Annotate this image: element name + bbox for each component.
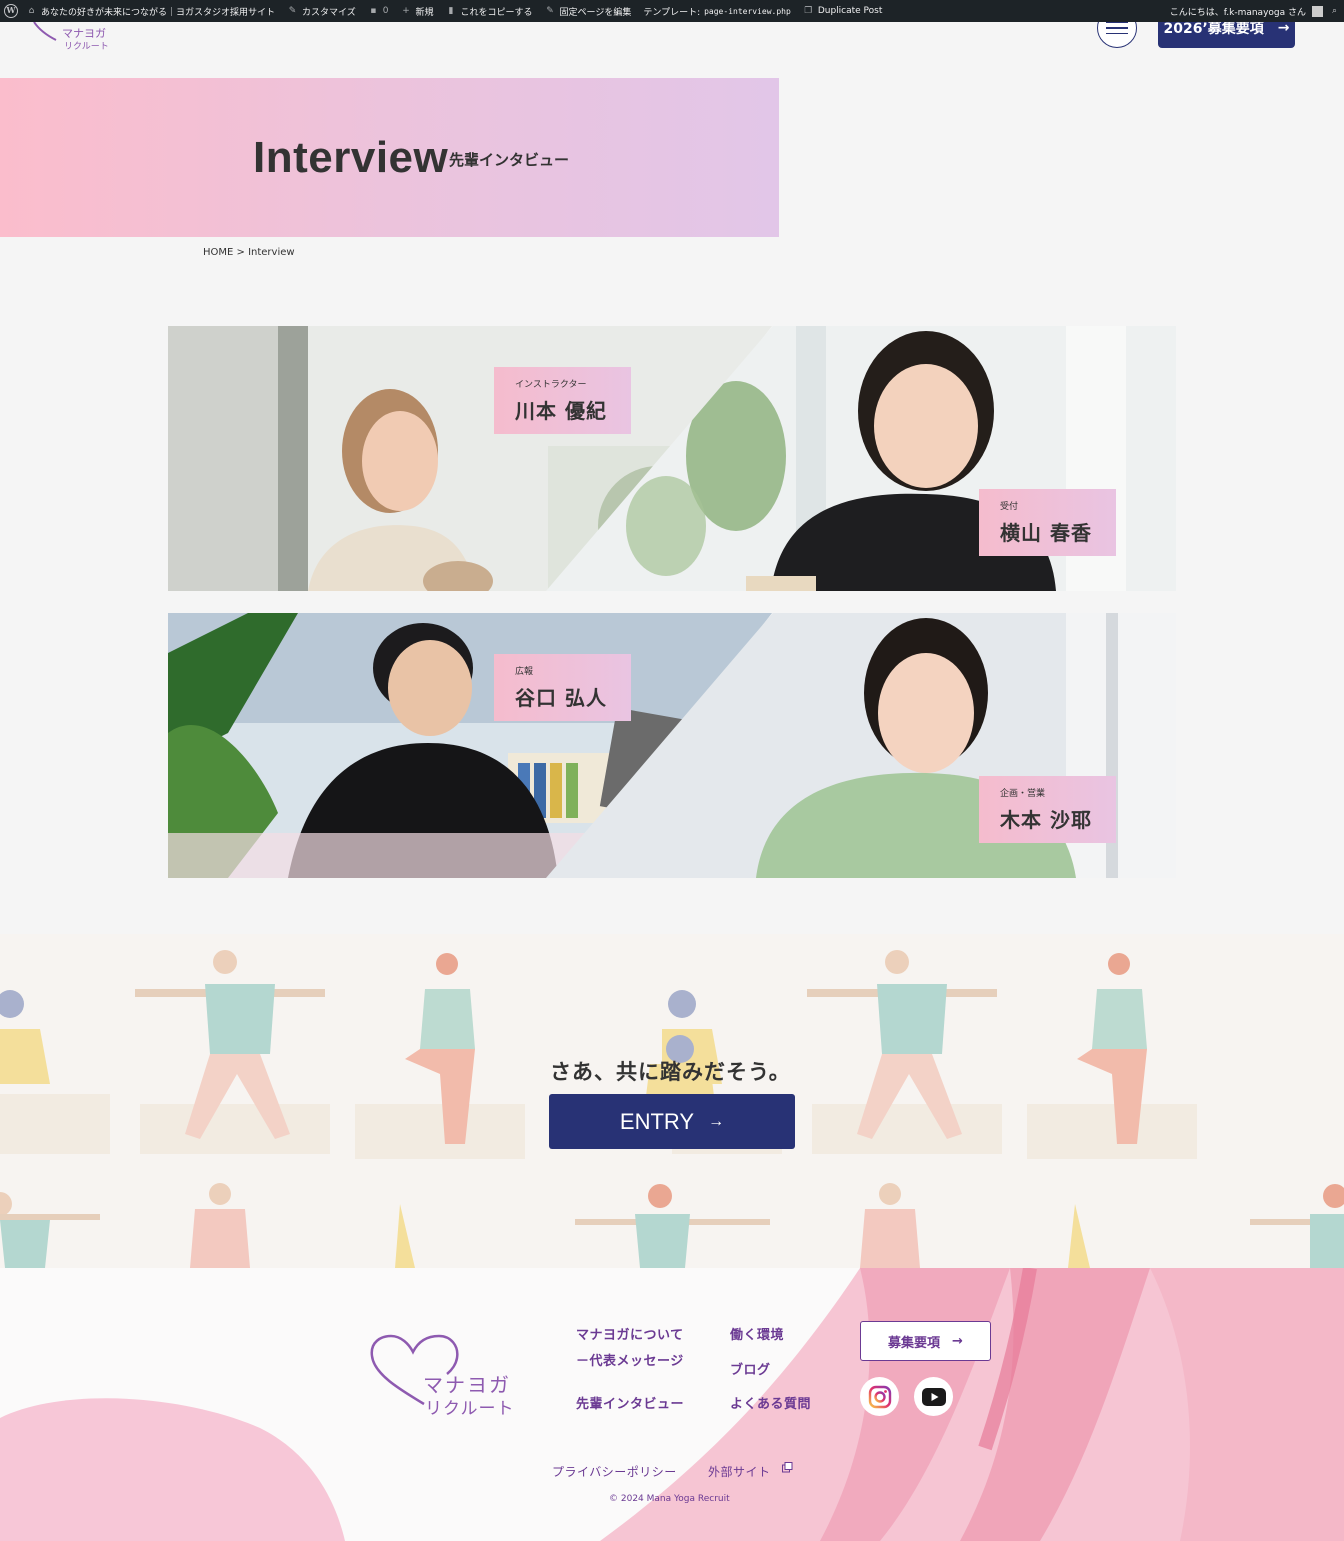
admin-copy-link[interactable]: ▮ これをコピーする (446, 5, 533, 18)
entry-button[interactable]: ENTRY → (549, 1094, 795, 1149)
site-logo[interactable]: マナヨガ リクルート (30, 21, 120, 56)
name-plate-yokoyama[interactable]: 受付 横山 春香 (979, 489, 1116, 556)
interview-name: 木本 沙耶 (1000, 808, 1092, 832)
admin-new-link[interactable]: + 新規 (400, 5, 433, 18)
interview-role: 広報 (515, 667, 534, 677)
name-plate-taniguchi[interactable]: 広報 谷口 弘人 (494, 654, 631, 721)
admin-bar: W ⌂ あなたの好きが未来につながる｜ヨガスタジオ採用サイト ✎ カスタマイズ … (0, 0, 1344, 22)
admin-copy-label: これをコピーする (460, 7, 533, 18)
admin-comments-link[interactable]: ▪ 0 (368, 5, 389, 17)
entry-button-label: ENTRY (619, 1108, 695, 1134)
interview-name: 川本 優紀 (515, 399, 607, 423)
youtube-link[interactable] (914, 1377, 953, 1416)
menu-line-icon (1106, 32, 1128, 35)
admin-new-label: 新規 (415, 7, 434, 18)
page-title: Interview (253, 133, 449, 182)
interview-role: 企画・営業 (1000, 789, 1046, 799)
copyright: © 2024 Mana Yoga Recruit (609, 1494, 730, 1504)
footer-logo[interactable]: マナヨガ リクルート (369, 1334, 521, 1420)
footer-logo-line1: マナヨガ (423, 1373, 511, 1397)
arrow-right-icon: → (1277, 20, 1290, 36)
interview-name: 横山 春香 (1000, 521, 1092, 545)
admin-customize-link[interactable]: ✎ カスタマイズ (287, 5, 356, 18)
footer-recruit-button[interactable]: 募集要項 → (860, 1321, 991, 1361)
instagram-link[interactable] (860, 1377, 899, 1416)
copy-icon: ▮ (448, 5, 454, 16)
footer-heart-logo-icon: マナヨガ リクルート (370, 1334, 515, 1419)
external-link-icon (782, 1462, 793, 1473)
footer-link-faq[interactable]: よくある質問 (730, 1393, 811, 1412)
interview-role: インストラクター (515, 380, 587, 390)
wordpress-logo-icon[interactable]: W (4, 4, 18, 18)
brush-icon: ✎ (288, 5, 297, 16)
footer-logo-line2: リクルート (425, 1399, 515, 1419)
admin-edit-page-link[interactable]: ✎ 固定ページを編集 (545, 5, 632, 18)
footer-link-environment[interactable]: 働く環境 (730, 1324, 784, 1343)
admin-duplicate-link[interactable]: ❐ Duplicate Post (803, 5, 883, 17)
name-plate-kimoto[interactable]: 企画・営業 木本 沙耶 (979, 776, 1116, 843)
plus-icon: + (402, 5, 410, 16)
footer-link-about[interactable]: マナヨガについて (576, 1324, 684, 1343)
header-logo-line1: マナヨガ (62, 27, 106, 40)
header-logo-line2: リクルート (64, 41, 109, 52)
footer-link-external[interactable]: 外部サイト (708, 1463, 771, 1480)
menu-line-icon (1106, 27, 1128, 29)
footer-link-privacy[interactable]: プライバシーポリシー (552, 1463, 677, 1480)
home-icon: ⌂ (28, 5, 35, 16)
page-subtitle: 先輩インタビュー (449, 151, 570, 169)
entry-catchphrase: さあ、共に踏みだそう。 (550, 1060, 791, 1084)
interview-role: 受付 (1000, 502, 1019, 512)
admin-greeting[interactable]: こんにちは、f.k-manayoga さん (1170, 5, 1306, 18)
name-plate-kawamoto[interactable]: インストラクター 川本 優紀 (494, 367, 631, 434)
admin-customize-label: カスタマイズ (302, 7, 356, 18)
interview-name: 谷口 弘人 (515, 686, 607, 710)
duplicate-icon: ❐ (804, 5, 813, 16)
comment-icon: ▪ (370, 5, 377, 16)
heart-logo-icon: マナヨガ リクルート (33, 21, 109, 52)
admin-duplicate-label: Duplicate Post (817, 6, 883, 16)
footer-recruit-label: 募集要項 (888, 1335, 941, 1351)
breadcrumb[interactable]: HOME > Interview (203, 247, 295, 258)
admin-edit-page-label: 固定ページを編集 (559, 7, 632, 18)
interview-row: インストラクター 川本 優紀 受付 横山 春香 (168, 326, 1176, 591)
avatar[interactable] (1312, 5, 1323, 17)
admin-comments-count: 0 (382, 6, 389, 16)
footer-link-interview[interactable]: 先輩インタビュー (576, 1393, 684, 1412)
youtube-icon (921, 1387, 946, 1406)
admin-template-info[interactable]: テンプレート: page-interview.php (643, 5, 790, 18)
search-icon[interactable]: ⌕ (1329, 6, 1340, 17)
admin-template-label: テンプレート: (643, 7, 701, 18)
admin-template-file: page-interview.php (704, 6, 791, 16)
pencil-icon: ✎ (546, 5, 554, 16)
arrow-right-icon: → (952, 1333, 963, 1349)
footer-link-blog[interactable]: ブログ (730, 1359, 771, 1378)
arrow-right-icon: → (708, 1112, 725, 1130)
admin-site-link[interactable]: ⌂ あなたの好きが未来につながる｜ヨガスタジオ採用サイト (26, 5, 275, 18)
interview-row: 広報 谷口 弘人 企画・営業 木本 沙耶 (168, 613, 1176, 878)
admin-site-name: あなたの好きが未来につながる｜ヨガスタジオ採用サイト (41, 7, 276, 18)
footer-link-message[interactable]: －代表メッセージ (576, 1350, 684, 1369)
instagram-icon (868, 1385, 891, 1408)
